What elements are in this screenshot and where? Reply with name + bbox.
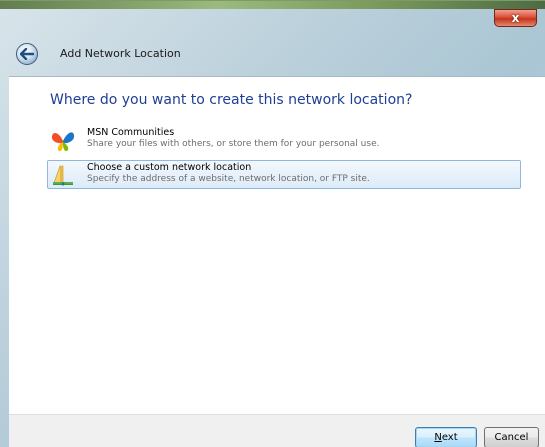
next-mnemonic: N <box>434 432 442 443</box>
option-description: Specify the address of a website, networ… <box>87 174 370 184</box>
content-pane: Where do you want to create this network… <box>9 76 545 414</box>
back-arrow-icon <box>20 48 34 60</box>
option-custom-network-location[interactable]: Choose a custom network location Specify… <box>47 160 521 189</box>
footer-bar: Next Cancel <box>9 414 545 447</box>
close-button[interactable]: x <box>494 9 537 27</box>
back-button[interactable] <box>16 43 38 65</box>
option-msn-communities[interactable]: MSN Communities Share your files with ot… <box>47 125 521 154</box>
window-title: Add Network Location <box>60 47 181 60</box>
close-icon: x <box>511 11 520 25</box>
network-folder-icon <box>53 165 73 186</box>
option-description: Share your files with others, or store t… <box>87 139 380 149</box>
next-button[interactable]: Next <box>415 427 477 447</box>
option-title: MSN Communities <box>87 127 175 138</box>
option-title: Choose a custom network location <box>87 162 252 173</box>
wizard-window: x Add Network Location Where do you want… <box>0 0 545 447</box>
cancel-button[interactable]: Cancel <box>484 427 539 447</box>
page-heading: Where do you want to create this network… <box>50 92 413 108</box>
next-label: ext <box>441 432 458 443</box>
msn-butterfly-icon <box>51 132 75 152</box>
